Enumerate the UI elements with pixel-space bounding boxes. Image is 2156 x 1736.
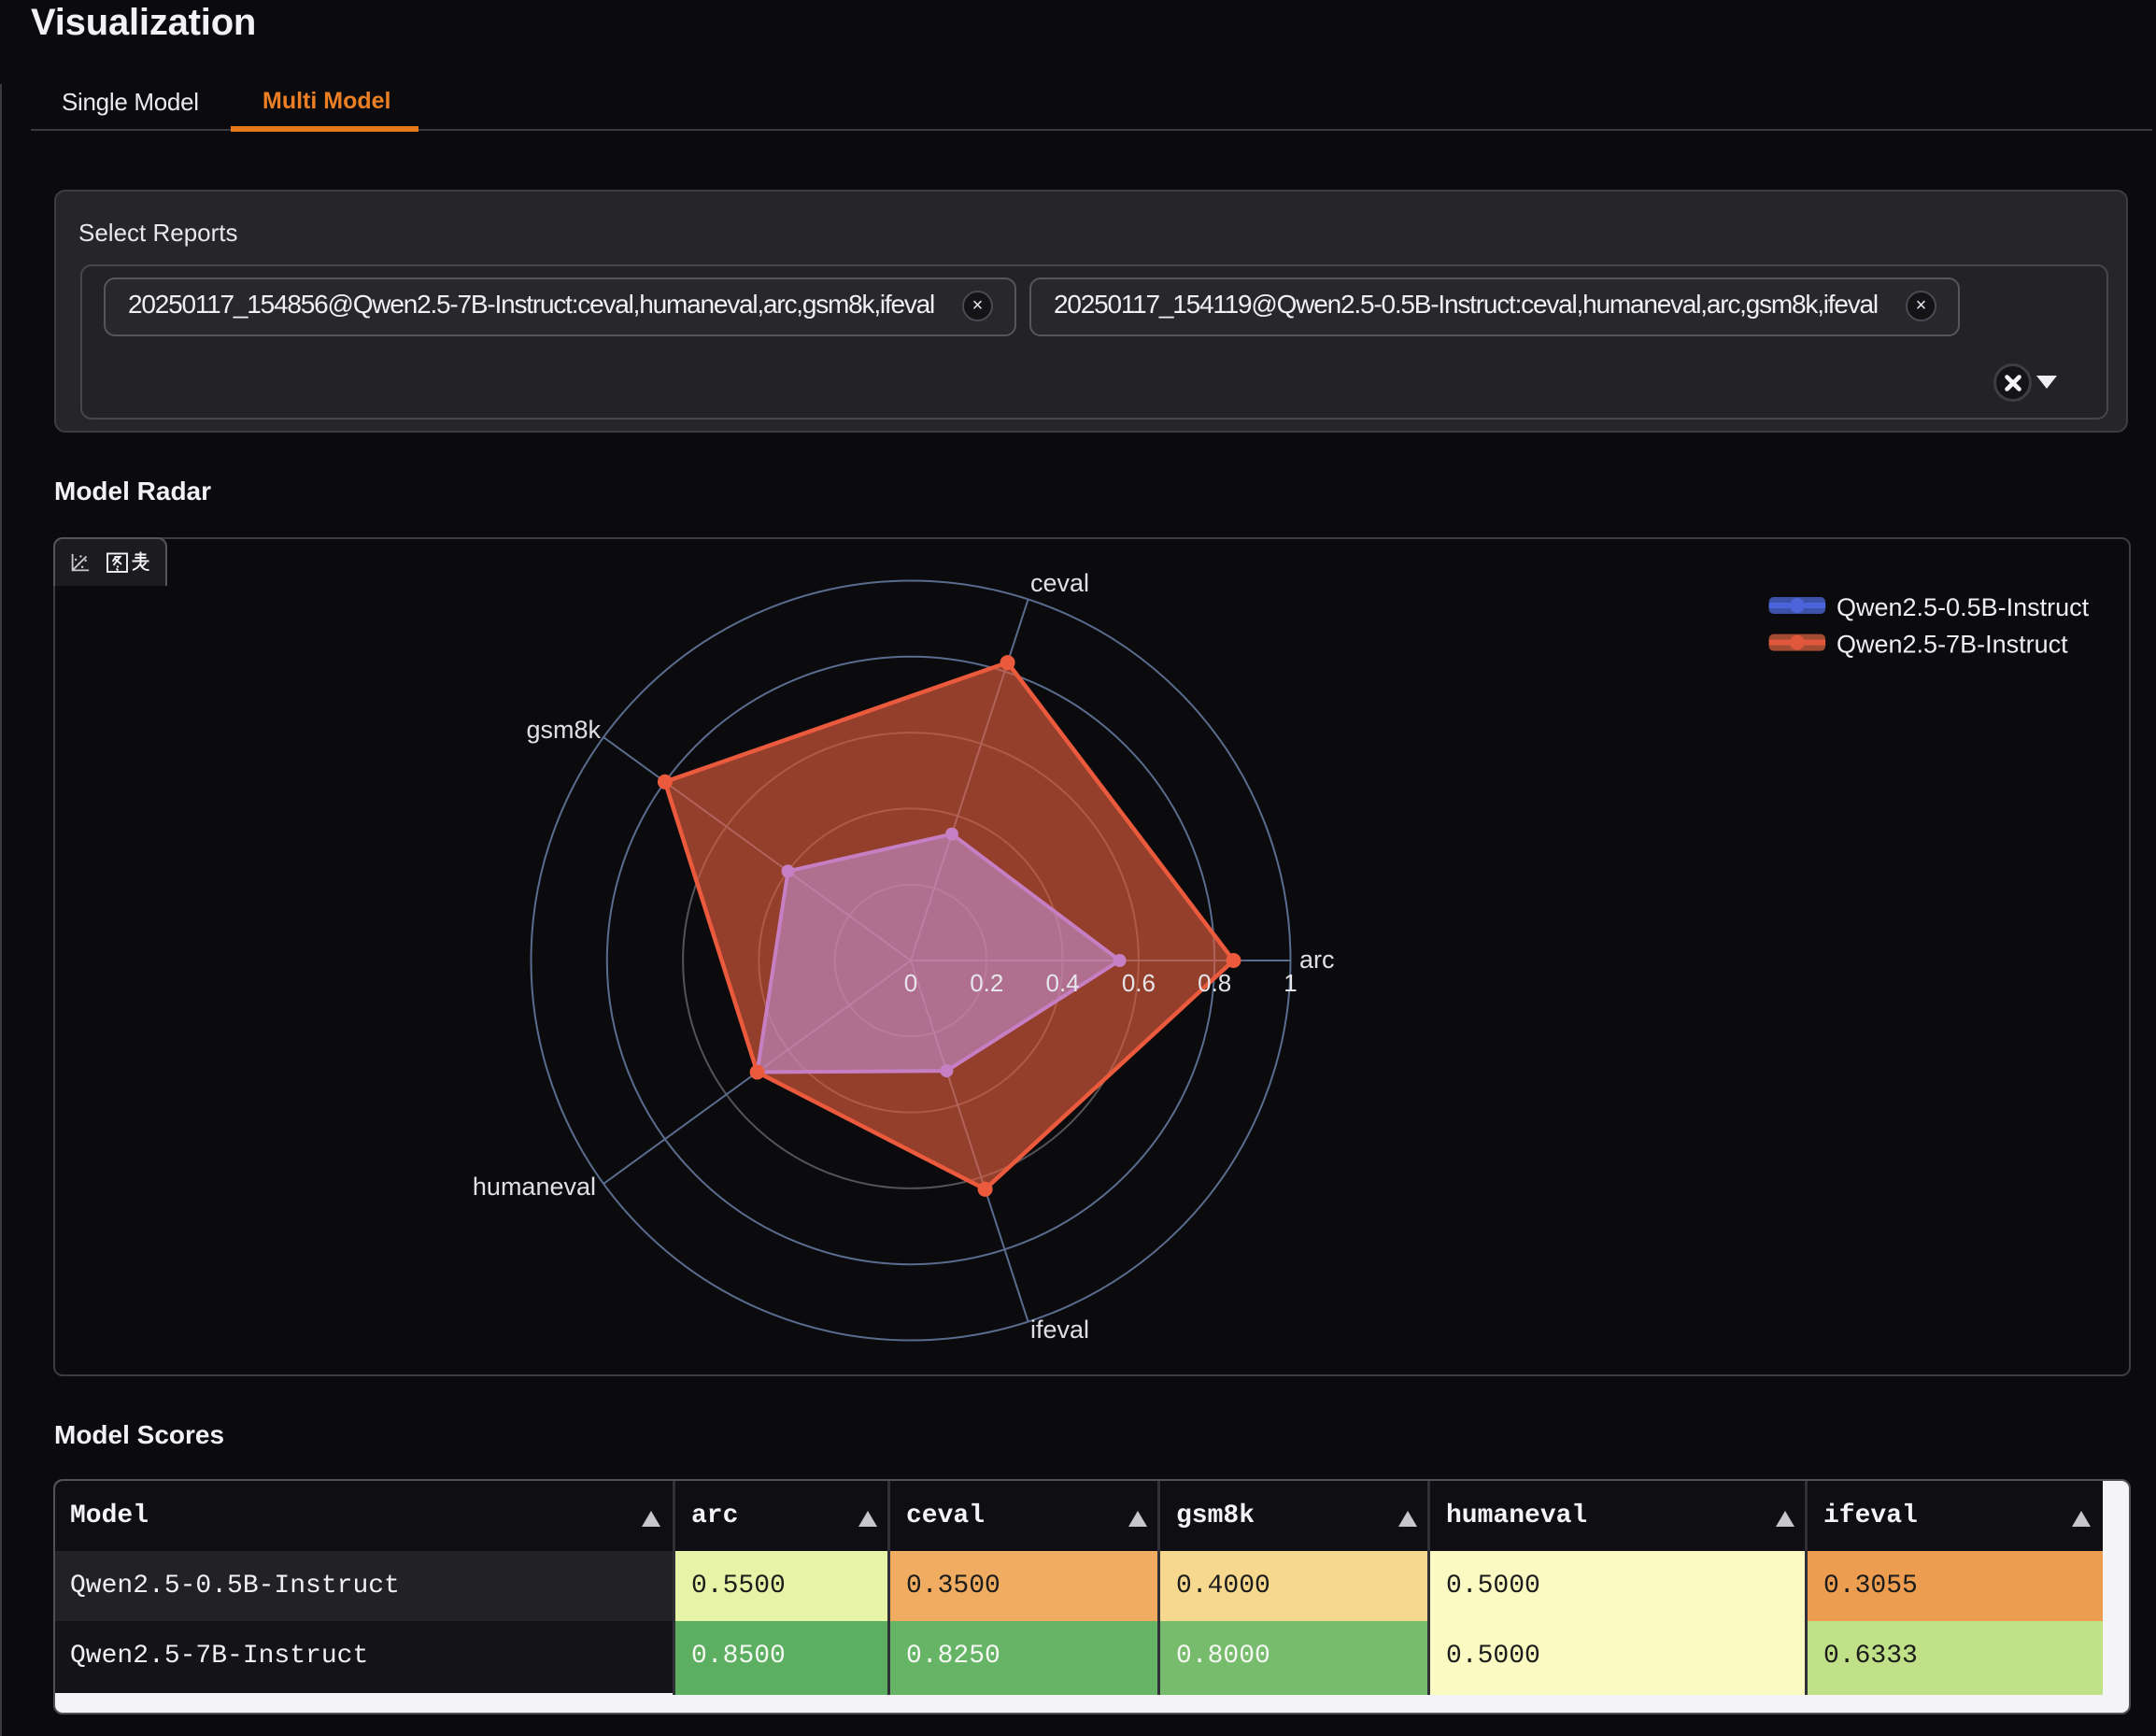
svg-text:0.2: 0.2 (970, 969, 1003, 997)
svg-text:humaneval: humaneval (473, 1173, 596, 1201)
svg-text:0.8: 0.8 (1198, 969, 1231, 997)
svg-text:1: 1 (1284, 969, 1297, 997)
svg-text:Qwen2.5-7B-Instruct: Qwen2.5-7B-Instruct (1837, 631, 2068, 659)
svg-text:0.6: 0.6 (1122, 969, 1156, 997)
svg-text:Qwen2.5-0.5B-Instruct: Qwen2.5-0.5B-Instruct (1837, 593, 2090, 621)
svg-text:ceval: ceval (1030, 569, 1089, 597)
svg-text:arc: arc (1299, 946, 1335, 974)
svg-text:ifeval: ifeval (1030, 1316, 1089, 1344)
svg-text:0: 0 (904, 969, 917, 997)
svg-text:gsm8k: gsm8k (526, 716, 601, 744)
svg-text:0.4: 0.4 (1046, 969, 1080, 997)
